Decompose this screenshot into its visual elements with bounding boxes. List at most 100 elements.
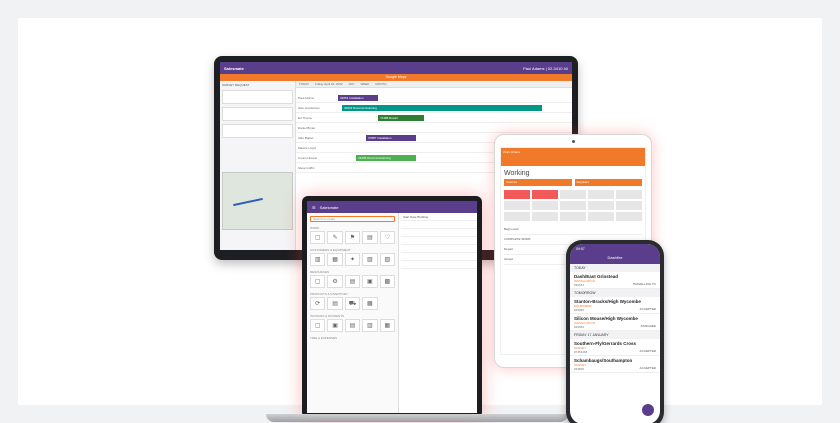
tile-icon[interactable]: ▦ bbox=[327, 253, 343, 266]
tablet-title: Working bbox=[504, 170, 530, 177]
section-label: WORK bbox=[310, 226, 320, 230]
tile-icon[interactable]: ▤ bbox=[344, 319, 361, 332]
status-time: 09:57 bbox=[576, 247, 585, 251]
monitor-banner: Google Maps bbox=[220, 74, 572, 81]
status-tile[interactable] bbox=[560, 201, 586, 210]
day-tab[interactable]: DAY bbox=[349, 82, 355, 86]
status-tile[interactable] bbox=[616, 212, 642, 221]
user-info[interactable]: Paul Adams | 02-3410 40 bbox=[523, 66, 568, 71]
laptop-base bbox=[266, 414, 568, 422]
tile-icon[interactable]: ▨ bbox=[379, 253, 395, 266]
table-row[interactable] bbox=[401, 253, 477, 261]
icon-grid: ⟳ ▤ ⛟ ▦ bbox=[310, 297, 395, 310]
list-item[interactable]: Begin work bbox=[504, 225, 642, 235]
tile-icon[interactable]: ▢ bbox=[310, 275, 326, 288]
status-tile[interactable] bbox=[532, 190, 558, 199]
request-card[interactable] bbox=[222, 107, 293, 121]
monitor-sidebar: SURVEY REQUEST bbox=[220, 81, 296, 250]
status-tile[interactable] bbox=[560, 212, 586, 221]
tile-icon[interactable]: ⚑ bbox=[344, 231, 361, 244]
tile-icon[interactable]: ▣ bbox=[362, 275, 378, 288]
request-card[interactable] bbox=[222, 124, 293, 138]
menu-icon[interactable]: ☰ bbox=[312, 205, 316, 210]
status-tile[interactable] bbox=[588, 212, 614, 221]
sources-field[interactable]: Sources bbox=[504, 179, 572, 186]
job-bar[interactable]: 32022 Decommissioning bbox=[342, 105, 542, 111]
create-panel: Search to create WORK ▢ ✎ ⚑ ▤ ♡ CUSTOMER… bbox=[307, 213, 399, 413]
tile-icon[interactable]: ▣ bbox=[327, 319, 343, 332]
icon-grid: ▢ ▣ ▤ ▥ ▦ bbox=[310, 319, 395, 332]
section-label: TIME & EXPENSES bbox=[310, 336, 338, 340]
section-header: FRIDAY 17 JANUARY bbox=[570, 331, 660, 339]
section-label: INVOICES & PAYMENTS bbox=[310, 314, 345, 318]
mini-map[interactable] bbox=[222, 172, 293, 230]
tile-icon[interactable]: ▢ bbox=[310, 231, 326, 244]
tile-icon[interactable]: ▦ bbox=[362, 297, 378, 310]
job-bar[interactable]: 74388 Repair bbox=[378, 115, 424, 121]
status-tile[interactable] bbox=[616, 201, 642, 210]
tile-icon[interactable]: ✎ bbox=[327, 231, 343, 244]
job-bar[interactable]: 32651 Installation bbox=[338, 95, 378, 101]
tile-icon[interactable]: ▤ bbox=[344, 275, 361, 288]
schedule-toolbar: TODAY Friday April 22, 2022 DAY WEEK MON… bbox=[296, 81, 572, 88]
section-header: TOMORROW bbox=[570, 289, 660, 297]
tile-icon[interactable]: ▥ bbox=[310, 253, 326, 266]
status-tile[interactable] bbox=[532, 212, 558, 221]
date-label: Friday April 22, 2022 bbox=[315, 82, 343, 86]
today-button[interactable]: TODAY bbox=[299, 82, 309, 86]
table-row[interactable] bbox=[401, 245, 477, 253]
camera-icon bbox=[572, 140, 575, 143]
app-title: Salesmate bbox=[224, 65, 244, 71]
tablet-fields: Sources Suppliers bbox=[501, 179, 645, 186]
table-row[interactable] bbox=[401, 221, 477, 229]
laptop-top-bar: ☰ Salesmate bbox=[307, 201, 477, 213]
list-item[interactable]: Silicon Mouse/High Wycombe INSTALLATION … bbox=[570, 314, 660, 331]
table-header: Start Date Building bbox=[401, 213, 477, 221]
status-tile[interactable] bbox=[532, 201, 558, 210]
week-tab[interactable]: WEEK bbox=[361, 82, 370, 86]
tile-icon[interactable]: ⚙ bbox=[327, 275, 343, 288]
status-tile[interactable] bbox=[588, 201, 614, 210]
tile-icon[interactable]: ▤ bbox=[362, 231, 378, 244]
table-row[interactable] bbox=[401, 237, 477, 245]
phone-title: Dashfire bbox=[607, 255, 623, 260]
laptop: ☰ Salesmate Search to create WORK ▢ ✎ ⚑ … bbox=[302, 196, 482, 418]
list-item[interactable]: Southern-Fly/Gerrards Cross SURVEY #7254… bbox=[570, 339, 660, 356]
search-input[interactable]: Search to create bbox=[310, 216, 395, 222]
request-card[interactable] bbox=[222, 90, 293, 104]
section-label: PRODUCTS & INVENTORY bbox=[310, 292, 348, 296]
section-header: TODAY bbox=[570, 264, 660, 272]
tile-icon[interactable]: ✦ bbox=[344, 253, 361, 266]
status-tile[interactable] bbox=[616, 190, 642, 199]
table-row[interactable] bbox=[401, 261, 477, 269]
tile-icon[interactable]: ⛟ bbox=[344, 297, 361, 310]
list-item[interactable]: Schambaugs/Southampton SURVEY #33506 ACC… bbox=[570, 356, 660, 373]
icon-grid: ▥ ▦ ✦ ▧ ▨ bbox=[310, 253, 395, 266]
status-tile[interactable] bbox=[504, 201, 530, 210]
table-row[interactable] bbox=[401, 229, 477, 237]
job-bar[interactable]: 31005 Decommissioning bbox=[356, 155, 416, 161]
list-item[interactable]: Dash/East Grinstead INSTALLATION #30543 … bbox=[570, 272, 660, 289]
status-tile[interactable] bbox=[504, 212, 530, 221]
status-tile[interactable] bbox=[560, 190, 586, 199]
schedule-row: Ed Thorne 74388 Repair bbox=[296, 113, 572, 123]
tile-icon[interactable]: ▧ bbox=[362, 253, 378, 266]
month-tab[interactable]: MONTH bbox=[375, 82, 386, 86]
tile-icon[interactable]: ▦ bbox=[379, 319, 395, 332]
tile-icon[interactable]: ▩ bbox=[379, 275, 395, 288]
suppliers-field[interactable]: Suppliers bbox=[574, 179, 642, 186]
tablet-header: Work Orders bbox=[501, 148, 645, 166]
job-bar[interactable]: 37887 Installation bbox=[366, 135, 416, 141]
tile-icon[interactable]: ▥ bbox=[362, 319, 378, 332]
tile-icon[interactable]: ⟳ bbox=[310, 297, 326, 310]
tile-icon[interactable]: ♡ bbox=[379, 231, 395, 244]
tile-icon[interactable]: ▤ bbox=[327, 297, 343, 310]
marketing-canvas: Salesmate Paul Adams | 02-3410 40 Google… bbox=[18, 18, 822, 423]
add-button[interactable] bbox=[642, 404, 654, 416]
status-tile[interactable] bbox=[504, 190, 530, 199]
status-tile[interactable] bbox=[588, 190, 614, 199]
tile-icon[interactable]: ▢ bbox=[310, 319, 326, 332]
smartphone: 09:57 Dashfire TODAY Dash/East Grinstead… bbox=[566, 240, 664, 423]
list-item[interactable]: Stanton-Bracks/High Wycombe EQUIPMENT #2… bbox=[570, 297, 660, 314]
icon-grid: ▢ ✎ ⚑ ▤ ♡ bbox=[310, 231, 395, 244]
